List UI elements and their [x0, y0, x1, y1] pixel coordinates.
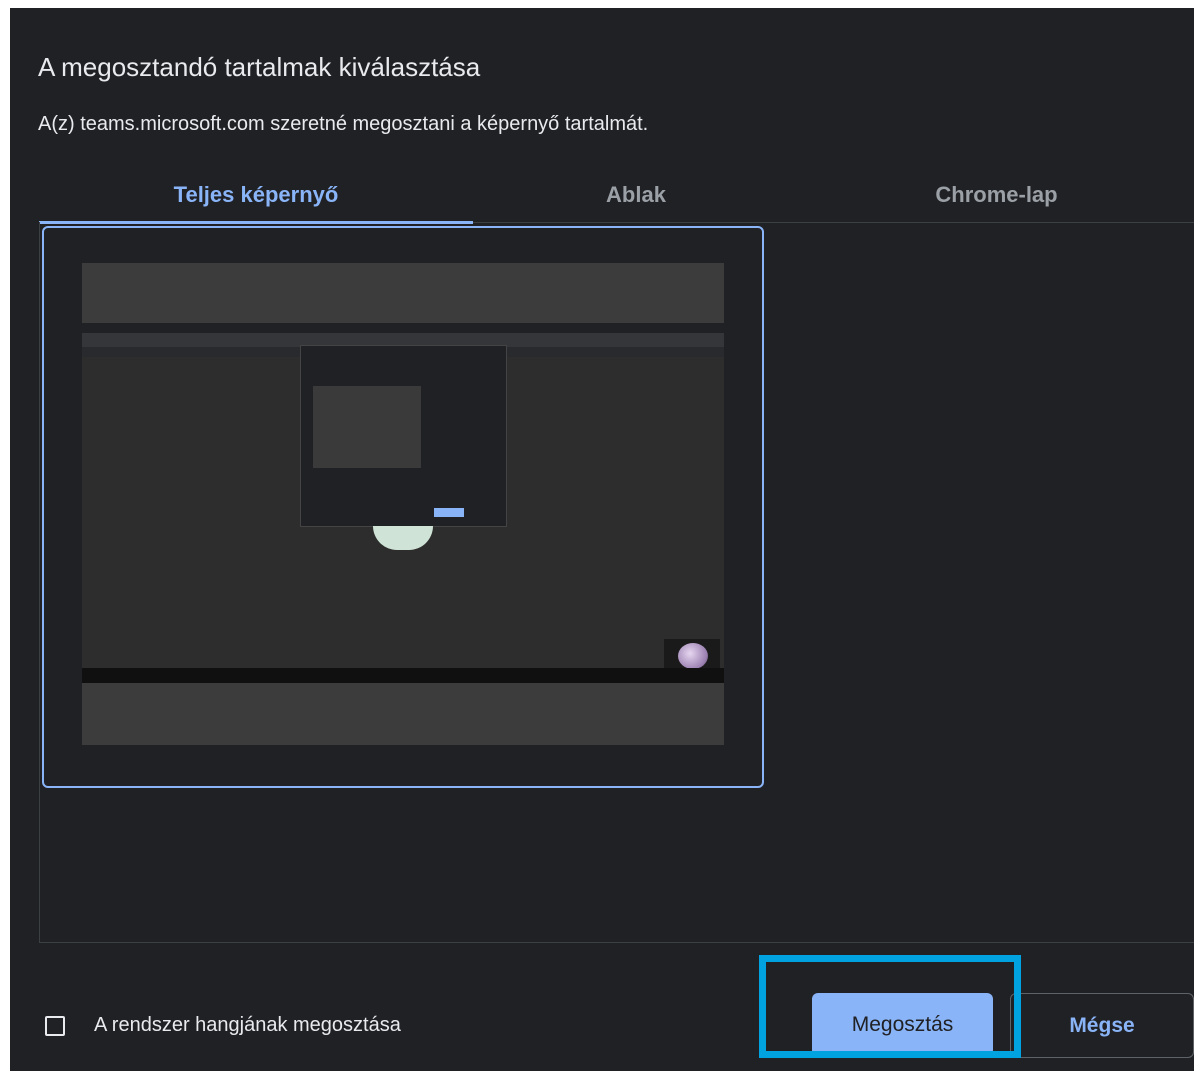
- avatar-preview: [373, 526, 433, 550]
- tab-window[interactable]: Ablak: [473, 168, 799, 222]
- screen-preview-image: [82, 263, 724, 745]
- system-audio-checkbox[interactable]: [45, 1016, 65, 1036]
- share-picker-dialog: A megosztandó tartalmak kiválasztása A(z…: [10, 8, 1194, 1071]
- tab-entire-screen[interactable]: Teljes képernyő: [39, 168, 473, 224]
- dialog-subtitle: A(z) teams.microsoft.com szeretné megosz…: [38, 113, 649, 135]
- cancel-button[interactable]: Mégse: [1010, 993, 1194, 1058]
- nested-dialog-preview: [300, 345, 507, 527]
- dialog-title: A megosztandó tartalmak kiválasztása: [38, 52, 481, 82]
- screen-thumbnail[interactable]: [42, 226, 764, 788]
- nested-share-button-preview: [434, 508, 464, 517]
- desktop-preview: [82, 323, 724, 683]
- source-tabs: Teljes képernyő Ablak Chrome-lap: [39, 168, 1194, 224]
- system-audio-label: A rendszer hangjának megosztása: [94, 1014, 401, 1036]
- nested-thumbnail-preview: [313, 386, 421, 468]
- taskbar-preview: [82, 668, 724, 683]
- dialog-footer: A rendszer hangjának megosztása Megosztá…: [10, 948, 1194, 1071]
- source-list: [39, 222, 1194, 943]
- tab-chrome-tab[interactable]: Chrome-lap: [799, 168, 1194, 222]
- browser-tabstrip-preview: [82, 323, 724, 333]
- video-tile-preview: [664, 639, 720, 669]
- share-button[interactable]: Megosztás: [812, 993, 993, 1056]
